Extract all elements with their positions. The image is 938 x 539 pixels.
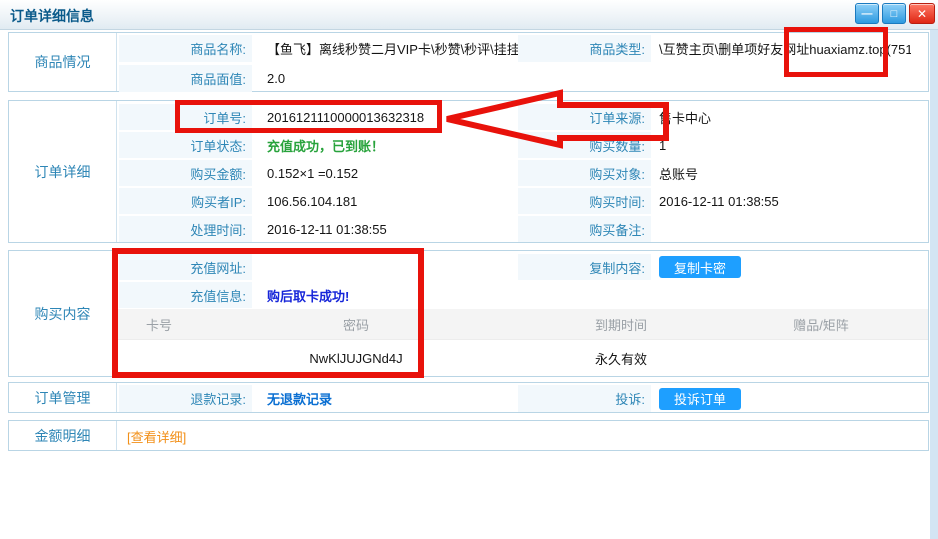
gift-matrix-header: 赠品/矩阵 — [731, 315, 911, 334]
row-amount-detail: [查看详细] — [117, 422, 928, 451]
section-product: 商品情况 商品名称: 【鱼飞】离线秒赞二月VIP卡\秒赞\秒评\挂挂 商品类型:… — [8, 32, 929, 92]
expire-time-cell: 永久有效 — [511, 349, 731, 368]
product-face-value: 2.0 — [267, 64, 285, 93]
maximize-button[interactable]: □ — [882, 3, 906, 24]
process-time-label: 处理时间: — [119, 216, 252, 242]
buy-amount-label: 购买金额: — [119, 160, 252, 186]
row-order-4: 处理时间: 2016-12-11 01:38:55 购买备注: — [117, 215, 928, 243]
recharge-info-label: 充值信息: — [119, 282, 252, 308]
card-password-header: 密码 — [201, 315, 511, 334]
product-type-label: 商品类型: — [518, 35, 651, 62]
right-edge-strip — [930, 30, 938, 539]
refund-record-label: 退款记录: — [119, 385, 252, 412]
buy-quantity-value: 1 — [659, 131, 666, 159]
section-order-body: 订单号: 2016121110000013632318 订单来源: 售卡中心 订… — [117, 101, 928, 242]
product-face-label: 商品面值: — [119, 65, 252, 92]
buy-amount-value: 0.152×1 =0.152 — [267, 159, 358, 187]
row-product-name: 商品名称: 【鱼飞】离线秒赞二月VIP卡\秒赞\秒评\挂挂 商品类型: \互赞主… — [117, 34, 928, 63]
complain-order-button[interactable]: 投诉订单 — [659, 388, 741, 410]
minimize-button[interactable]: — — [855, 3, 879, 24]
row-refund: 退款记录: 无退款记录 投诉: 投诉订单 — [117, 384, 928, 413]
buy-target-value: 总账号 — [659, 159, 698, 187]
section-product-title: 商品情况 — [9, 33, 117, 91]
card-number-header: 卡号 — [117, 315, 201, 334]
row-order-2: 购买金额: 0.152×1 =0.152 购买对象: 总账号 — [117, 159, 928, 187]
section-purchase-title: 购买内容 — [9, 251, 117, 376]
window-controls: — □ ✕ — [855, 3, 935, 24]
product-name-label: 商品名称: — [119, 35, 252, 62]
buy-time-label: 购买时间: — [518, 188, 651, 214]
minimize-icon: — — [862, 8, 873, 20]
close-button[interactable]: ✕ — [909, 3, 935, 24]
row-recharge-url: 充值网址: 复制内容: 复制卡密 — [117, 253, 928, 281]
process-time-value: 2016-12-11 01:38:55 — [267, 215, 387, 243]
close-icon: ✕ — [917, 7, 927, 21]
expire-time-header: 到期时间 — [511, 315, 731, 334]
refund-record-value: 无退款记录 — [267, 384, 332, 413]
section-product-body: 商品名称: 【鱼飞】离线秒赞二月VIP卡\秒赞\秒评\挂挂 商品类型: \互赞主… — [117, 33, 928, 91]
buy-target-label: 购买对象: — [518, 160, 651, 186]
row-order-3: 购买者IP: 106.56.104.181 购买时间: 2016-12-11 0… — [117, 187, 928, 215]
section-purchase: 购买内容 充值网址: 复制内容: 复制卡密 充值信息: 购后取卡成功! 卡号 密… — [8, 250, 929, 377]
product-name-value: 【鱼飞】离线秒赞二月VIP卡\秒赞\秒评\挂挂 — [267, 34, 520, 63]
section-manage-body: 退款记录: 无退款记录 投诉: 投诉订单 — [117, 383, 928, 412]
view-detail-link[interactable]: [查看详细] — [127, 422, 186, 451]
order-status-value: 充值成功，已到账！ — [267, 131, 384, 159]
section-amount-body: [查看详细] — [117, 421, 928, 450]
window-titlebar: 订单详细信息 — □ ✕ — [0, 0, 938, 30]
buy-quantity-label: 购买数量: — [518, 132, 651, 158]
recharge-url-label: 充值网址: — [119, 254, 252, 280]
product-type-value: \互赞主页\删单项好友网址huaxiamz.top(7517 — [659, 34, 911, 63]
buyer-ip-label: 购买者IP: — [119, 188, 252, 214]
order-source-label: 订单来源: — [518, 104, 651, 130]
complaint-label: 投诉: — [518, 385, 651, 412]
card-password-cell: NwKlJUJGNd4J — [201, 351, 511, 366]
card-table-header: 卡号 密码 到期时间 赠品/矩阵 — [117, 309, 928, 339]
copy-content-label: 复制内容: — [518, 254, 651, 280]
section-order: 订单详细 订单号: 2016121110000013632318 订单来源: 售… — [8, 100, 929, 243]
maximize-icon: □ — [891, 8, 898, 20]
order-number-value: 2016121110000013632318 — [267, 103, 424, 131]
card-table-row: NwKlJUJGNd4J 永久有效 — [117, 339, 928, 376]
section-amount: 金额明细 [查看详细] — [8, 420, 929, 451]
row-recharge-info: 充值信息: 购后取卡成功! — [117, 281, 928, 309]
section-amount-title: 金额明细 — [9, 421, 117, 450]
section-order-title: 订单详细 — [9, 101, 117, 242]
order-number-label: 订单号: — [119, 104, 252, 130]
row-order-0: 订单号: 2016121110000013632318 订单来源: 售卡中心 — [117, 103, 928, 131]
row-product-face: 商品面值: 2.0 — [117, 64, 928, 93]
buy-note-label: 购买备注: — [518, 216, 651, 242]
order-source-value: 售卡中心 — [659, 103, 711, 131]
section-manage: 订单管理 退款记录: 无退款记录 投诉: 投诉订单 — [8, 382, 929, 413]
section-purchase-body: 充值网址: 复制内容: 复制卡密 充值信息: 购后取卡成功! 卡号 密码 到期时… — [117, 251, 928, 376]
buy-time-value: 2016-12-11 01:38:55 — [659, 187, 779, 215]
copy-card-secret-button[interactable]: 复制卡密 — [659, 256, 741, 278]
row-order-1: 订单状态: 充值成功，已到账！ 购买数量: 1 — [117, 131, 928, 159]
order-status-label: 订单状态: — [119, 132, 252, 158]
buyer-ip-value: 106.56.104.181 — [267, 187, 357, 215]
page-title: 订单详细信息 — [10, 6, 94, 26]
section-manage-title: 订单管理 — [9, 383, 117, 412]
recharge-info-value: 购后取卡成功! — [267, 281, 349, 309]
